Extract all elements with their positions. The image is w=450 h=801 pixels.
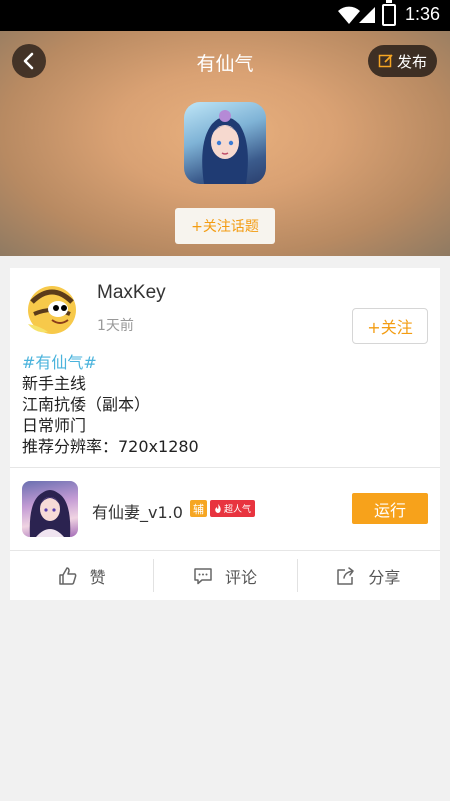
post-content: #有仙气# 新手主线 江南抗倭（副本） 日常师门 推荐分辨率：720x1280 (22, 352, 199, 457)
status-time: 1:36 (404, 4, 440, 24)
comment-label: 评论 (224, 567, 257, 587)
post-line: 江南抗倭（副本） (22, 395, 151, 414)
post-actions: 赞 评论 分享 (10, 551, 440, 600)
comment-icon (194, 567, 212, 584)
game-thumbnail[interactable] (22, 481, 78, 537)
post-time: 1天前 (97, 318, 134, 334)
signal-icon (359, 7, 375, 23)
publish-button[interactable]: 发布 (367, 45, 437, 77)
flame-icon (215, 503, 221, 513)
post-card: MaxKey 1天前 +关注 #有仙气# 新手主线 江南抗倭（副本） 日常师门 … (10, 268, 440, 600)
popular-badge-label: 超人气 (224, 505, 252, 515)
thumbs-up-icon (58, 566, 77, 585)
topic-game-icon (184, 102, 266, 184)
like-button[interactable]: 赞 (10, 551, 153, 600)
share-button[interactable]: 分享 (296, 551, 440, 600)
assist-badge: 辅 (190, 500, 207, 517)
share-label: 分享 (368, 567, 401, 587)
comment-button[interactable]: 评论 (153, 551, 296, 600)
post-line: 推荐分辨率：720x1280 (22, 437, 199, 456)
publish-label: 发布 (396, 52, 427, 71)
topic-header: 有仙气 发布 +关注话题 (0, 31, 450, 256)
username[interactable]: MaxKey (97, 282, 166, 304)
follow-topic-button[interactable]: +关注话题 (175, 208, 275, 244)
battery-icon (382, 0, 396, 26)
divider (10, 467, 440, 468)
avatar[interactable] (22, 276, 84, 340)
popular-badge: 超人气 (210, 500, 256, 517)
follow-user-button[interactable]: +关注 (352, 308, 428, 344)
hashtag-link[interactable]: #有仙气# (22, 352, 199, 373)
status-bar: 1:36 (0, 0, 450, 31)
like-label: 赞 (89, 567, 106, 587)
post-line: 日常师门 (22, 416, 87, 435)
run-button[interactable]: 运行 (352, 493, 428, 524)
post-line: 新手主线 (22, 374, 87, 393)
edit-icon (378, 54, 393, 68)
share-icon (337, 566, 355, 585)
game-name[interactable]: 有仙妻_v1.0 (92, 499, 183, 523)
